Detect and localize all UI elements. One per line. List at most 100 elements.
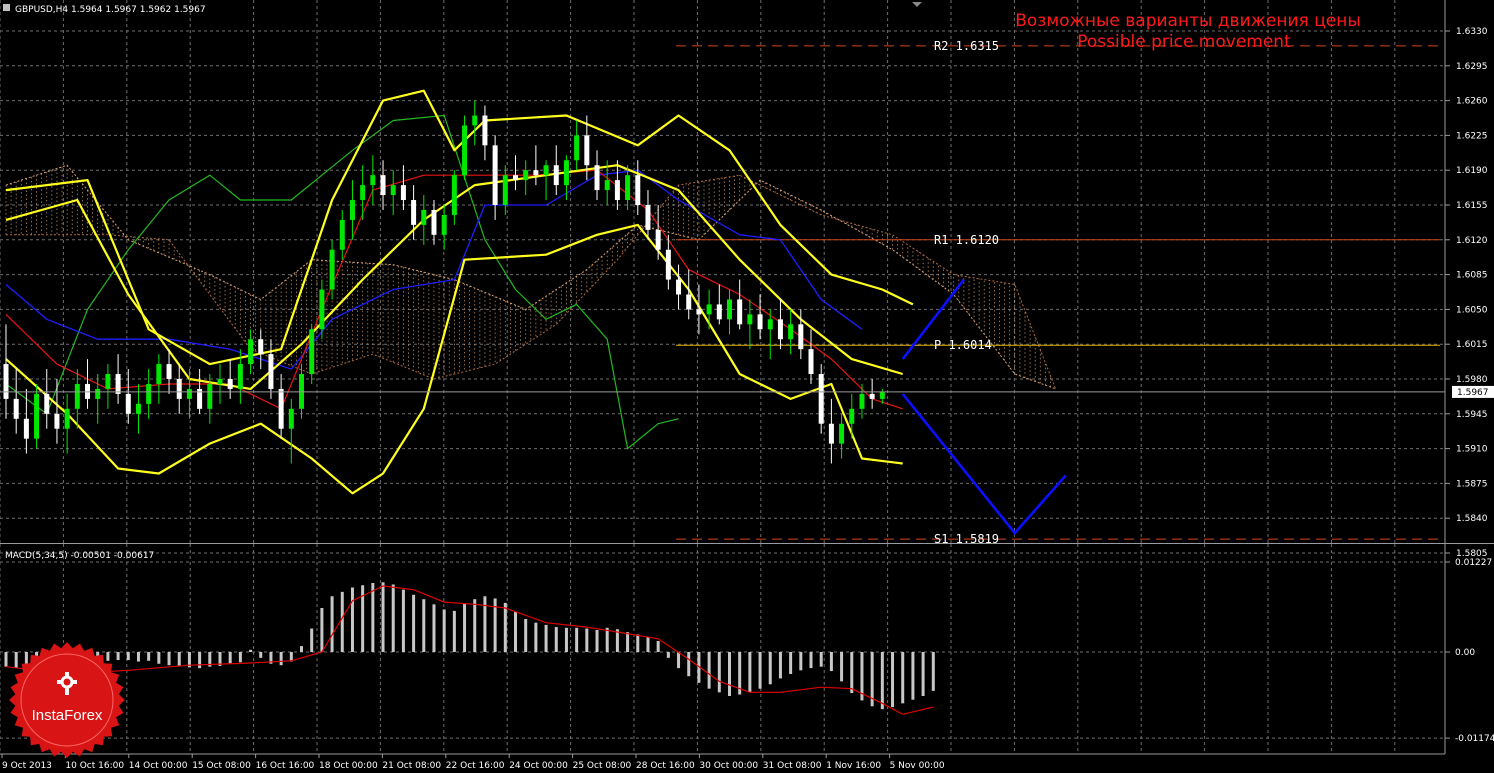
candle-body — [492, 145, 498, 205]
pivot-label-r2: R2 1.6315 — [934, 39, 999, 53]
candle-body — [828, 423, 834, 444]
candle-body — [390, 185, 396, 196]
candle-body — [258, 339, 264, 355]
candle-body — [523, 170, 529, 181]
candle-body — [115, 374, 121, 394]
candle-body — [594, 165, 600, 191]
candle-body — [13, 398, 19, 419]
candle-body — [716, 304, 722, 320]
candle-body — [625, 175, 631, 201]
candle-body — [166, 364, 172, 379]
candle-body — [54, 413, 60, 429]
time-tick-label: 18 Oct 00:00 — [319, 761, 378, 771]
candle-body — [217, 379, 223, 384]
candle-body — [105, 374, 111, 389]
candle-body — [879, 391, 885, 399]
candle-body — [349, 200, 355, 220]
candle-body — [462, 125, 468, 176]
time-tick-label: 5 Nov 00:00 — [890, 761, 945, 771]
time-tick-label: 30 Oct 00:00 — [699, 761, 758, 771]
candle-body — [431, 209, 437, 235]
macd-tick-label: 0.00 — [1455, 648, 1475, 658]
price-tick-label: 1.6120 — [1456, 236, 1488, 246]
candle-body — [3, 364, 9, 399]
candle-body — [34, 393, 40, 439]
time-tick-label: 15 Oct 08:00 — [192, 761, 251, 771]
time-tick-label: 14 Oct 00:00 — [129, 761, 188, 771]
candle-body — [339, 219, 345, 250]
time-tick-label: 22 Oct 16:00 — [446, 761, 505, 771]
candle-body — [95, 388, 101, 399]
price-tick-label: 1.6295 — [1456, 62, 1488, 72]
candle-body — [635, 175, 641, 205]
time-tick-label: 25 Oct 08:00 — [573, 761, 632, 771]
candle-body — [288, 408, 294, 429]
candle-body — [74, 383, 80, 409]
candle-body — [319, 289, 325, 330]
time-tick-label: 21 Oct 08:00 — [382, 761, 441, 771]
candle-body — [655, 229, 661, 250]
annotation-en: Possible price movement — [1077, 32, 1291, 52]
candle-body — [767, 319, 773, 330]
candle-body — [859, 393, 865, 409]
symbol-header: GBPUSD,H4 1.5964 1.5967 1.5962 1.5967 — [3, 4, 206, 15]
price-tick-label: 1.6190 — [1456, 166, 1488, 176]
price-tick-label: 1.5945 — [1456, 410, 1488, 420]
price-tick-label: 1.6330 — [1456, 27, 1488, 37]
time-tick-label: 31 Oct 08:00 — [763, 761, 822, 771]
candle-body — [44, 393, 50, 414]
candle-body — [574, 135, 580, 161]
candle-body — [380, 175, 386, 196]
macd-tick-label: 0.01227 — [1455, 558, 1492, 568]
candle-body — [482, 115, 488, 146]
candle-body — [706, 304, 712, 315]
price-tick-label: 1.6225 — [1456, 131, 1488, 141]
candle-body — [757, 314, 763, 330]
candle-body — [370, 175, 376, 186]
trading-chart[interactable]: R2 1.6315R1 1.6120P 1.6014S1 1.5819 1.63… — [0, 0, 1494, 773]
candle-body — [146, 383, 152, 404]
candle-body — [156, 364, 162, 384]
candle-body — [788, 324, 794, 340]
pivot-label-p: P 1.6014 — [934, 338, 992, 352]
time-tick-label: 9 Oct 2013 — [2, 761, 52, 771]
candle-body — [533, 170, 539, 176]
candle-body — [64, 408, 70, 429]
candle-body — [584, 135, 590, 166]
candle-body — [441, 214, 447, 235]
price-tick-label: 1.6085 — [1456, 271, 1488, 281]
candle-body — [747, 314, 753, 325]
candle-body — [451, 175, 457, 215]
candle-body — [849, 408, 855, 424]
price-tick-label: 1.6260 — [1456, 97, 1488, 107]
candle-body — [686, 294, 692, 310]
candle-body — [176, 379, 182, 399]
candle-body — [513, 175, 518, 181]
candle-body — [839, 423, 845, 444]
time-tick-label: 16 Oct 16:00 — [256, 761, 315, 771]
candle-body — [237, 364, 243, 389]
symbol-info: GBPUSD,H4 1.5964 1.5967 1.5962 1.5967 — [15, 5, 206, 15]
price-tick-label: 1.6050 — [1456, 305, 1488, 315]
chart-background — [0, 0, 1494, 773]
annotation-ru: Возможные варианты движения цены — [1015, 11, 1361, 31]
candle-body — [309, 329, 315, 375]
price-tick-label: 1.6155 — [1456, 201, 1488, 211]
candle-body — [360, 185, 366, 201]
candle-body — [135, 403, 141, 414]
candle-body — [808, 349, 814, 375]
candle-body — [411, 200, 417, 225]
candle-body — [23, 418, 29, 439]
candle-body — [268, 354, 274, 389]
pivot-label-r1: R1 1.6120 — [934, 233, 999, 247]
candle-body — [869, 393, 875, 399]
price-tick-label: 1.5840 — [1456, 514, 1488, 524]
time-tick-label: 10 Oct 16:00 — [65, 761, 124, 771]
macd-tick-label: -0.01174 — [1455, 734, 1494, 744]
time-tick-label: 28 Oct 16:00 — [636, 761, 695, 771]
price-tick-label: 1.5980 — [1456, 375, 1488, 385]
candle-body — [777, 319, 783, 340]
svg-text:1.5967: 1.5967 — [1457, 388, 1489, 398]
candle-body — [563, 160, 569, 186]
candle-body — [553, 165, 559, 186]
